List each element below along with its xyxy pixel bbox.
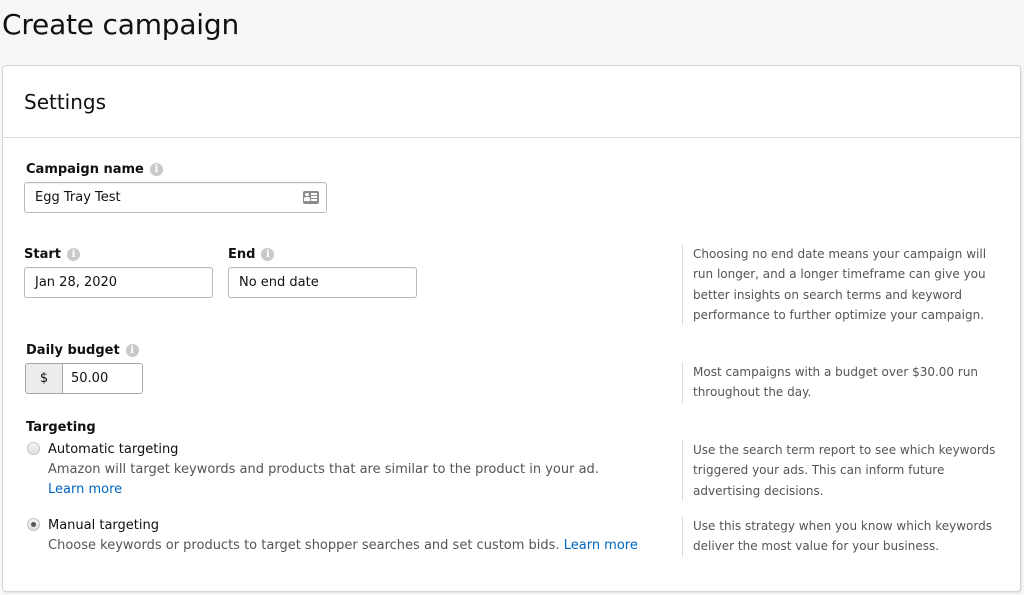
info-icon[interactable]: i bbox=[149, 163, 163, 176]
end-date-help: Choosing no end date means your campaign… bbox=[682, 244, 1002, 326]
currency-prefix: $ bbox=[26, 364, 63, 393]
info-icon[interactable]: i bbox=[261, 248, 275, 261]
campaign-name-input[interactable]: Egg Tray Test bbox=[24, 182, 327, 213]
end-label: End i bbox=[228, 247, 275, 262]
end-date-value: No end date bbox=[239, 275, 319, 290]
info-icon[interactable]: i bbox=[125, 344, 139, 357]
automatic-targeting-option[interactable]: Automatic targeting Amazon will target k… bbox=[27, 441, 637, 500]
automatic-targeting-desc-text: Amazon will target keywords and products… bbox=[48, 462, 599, 477]
settings-title: Settings bbox=[24, 89, 107, 114]
automatic-targeting-description: Amazon will target keywords and products… bbox=[48, 460, 637, 500]
daily-budget-label-text: Daily budget bbox=[26, 343, 120, 358]
end-date-input[interactable]: No end date bbox=[228, 267, 417, 298]
start-label-text: Start bbox=[24, 247, 61, 262]
manual-targeting-radio[interactable] bbox=[27, 518, 40, 531]
daily-budget-label: Daily budget i bbox=[26, 343, 139, 358]
automatic-learn-more-link[interactable]: Learn more bbox=[48, 482, 122, 497]
settings-card: Settings Campaign name i Egg Tray Test S… bbox=[2, 65, 1021, 592]
budget-help: Most campaigns with a budget over $30.00… bbox=[682, 362, 1002, 403]
contact-card-icon[interactable] bbox=[303, 191, 319, 204]
end-label-text: End bbox=[228, 247, 256, 262]
info-icon[interactable]: i bbox=[66, 248, 80, 261]
campaign-name-value: Egg Tray Test bbox=[35, 190, 121, 205]
manual-learn-more-link[interactable]: Learn more bbox=[564, 538, 638, 553]
targeting-label: Targeting bbox=[26, 420, 96, 435]
manual-targeting-help: Use this strategy when you know which ke… bbox=[682, 516, 1002, 557]
start-date-input[interactable]: Jan 28, 2020 bbox=[24, 267, 213, 298]
automatic-targeting-radio[interactable] bbox=[27, 442, 40, 455]
page-title: Create campaign bbox=[2, 8, 239, 41]
daily-budget-input-group: $ 50.00 bbox=[25, 363, 143, 394]
automatic-targeting-help: Use the search term report to see which … bbox=[682, 440, 1002, 501]
start-date-value: Jan 28, 2020 bbox=[35, 275, 118, 290]
manual-targeting-label: Manual targeting bbox=[48, 518, 160, 533]
automatic-targeting-label: Automatic targeting bbox=[48, 442, 179, 457]
start-label: Start i bbox=[24, 247, 80, 262]
daily-budget-input[interactable]: 50.00 bbox=[63, 364, 142, 393]
manual-targeting-desc-text: Choose keywords or products to target sh… bbox=[48, 538, 560, 553]
campaign-name-label-text: Campaign name bbox=[26, 162, 144, 177]
manual-targeting-description: Choose keywords or products to target sh… bbox=[48, 536, 638, 556]
campaign-name-label: Campaign name i bbox=[26, 162, 163, 177]
settings-header: Settings bbox=[3, 66, 1020, 138]
manual-targeting-option[interactable]: Manual targeting Choose keywords or prod… bbox=[27, 517, 667, 556]
